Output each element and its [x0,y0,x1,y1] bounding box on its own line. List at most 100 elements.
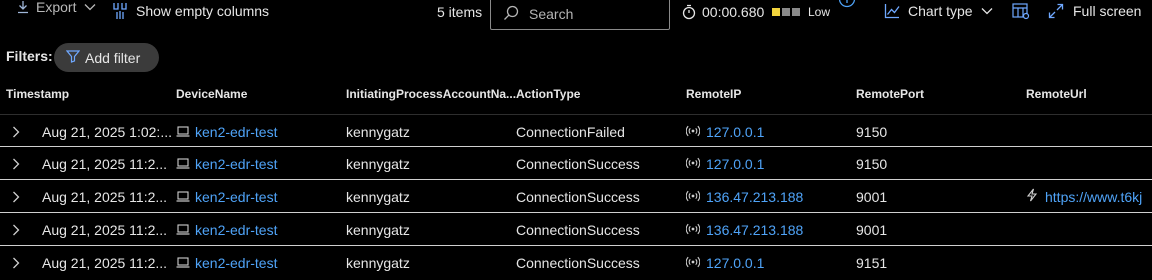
remote-port-cell: 9001 [856,188,888,205]
remote-url-cell: https://www.t6kj [1026,180,1142,213]
device-link[interactable]: ken2-edr-test [195,156,277,172]
remote-ip-link[interactable]: 127.0.0.1 [706,156,764,172]
column-header-timestamp[interactable]: Timestamp [6,87,69,101]
timestamp-cell: Aug 21, 2025 11:2... [42,254,168,271]
results-toolbar: Export Show empty columns 5 items Search… [0,0,1152,30]
account-cell: kennygatz [346,123,410,140]
remote-port-cell: 9150 [856,155,888,172]
chevron-right-icon[interactable] [12,147,20,180]
table-row[interactable]: Aug 21, 2025 1:02:... ken2-edr-test kenn… [0,114,1152,147]
export-button[interactable]: Export [16,0,96,18]
column-header-remoteurl[interactable]: RemoteUrl [1026,87,1087,101]
network-broadcast-icon [685,222,701,238]
column-settings-icon [1012,2,1030,20]
show-empty-columns-toggle[interactable]: Show empty columns [112,0,269,22]
action-type-cell: ConnectionSuccess [516,155,640,172]
chevron-right-icon[interactable] [12,213,20,246]
table-row[interactable]: Aug 21, 2025 11:2... ken2-edr-test kenny… [0,180,1152,213]
chevron-right-icon[interactable] [12,115,20,148]
device-cell: ken2-edr-test [176,180,277,213]
export-label: Export [36,0,77,15]
search-input[interactable]: Search [490,0,670,30]
account-cell: kennygatz [346,155,410,172]
download-icon [16,0,30,14]
remote-ip-link[interactable]: 136.47.213.188 [706,189,803,205]
action-type-cell: ConnectionSuccess [516,254,640,271]
query-duration: 00:00.680 [682,1,764,23]
device-link[interactable]: ken2-edr-test [195,255,277,271]
laptop-icon [176,156,190,172]
remote-ip-cell: 136.47.213.188 [685,180,803,213]
expand-icon [1048,3,1064,19]
usage-bar-active [772,8,780,16]
table-row[interactable]: Aug 21, 2025 11:2... ken2-edr-test kenny… [0,147,1152,180]
remote-port-cell: 9151 [856,254,888,271]
chart-type-dropdown[interactable]: Chart type [884,0,993,22]
device-link[interactable]: ken2-edr-test [195,222,277,238]
show-empty-columns-label: Show empty columns [136,3,270,19]
timestamp-cell: Aug 21, 2025 1:02:... [42,123,172,140]
usage-bar-inactive [792,8,800,16]
column-header-actiontype[interactable]: ActionType [516,87,580,101]
column-options-button[interactable] [1012,0,1030,22]
remote-ip-link[interactable]: 136.47.213.188 [706,222,803,238]
column-header-remoteip[interactable]: RemoteIP [686,87,741,101]
filters-label: Filters: [6,48,53,64]
remote-port-cell: 9150 [856,123,888,140]
laptop-icon [176,189,190,205]
device-cell: ken2-edr-test [176,115,277,148]
remote-ip-link[interactable]: 127.0.0.1 [706,124,764,140]
remote-port-cell: 9001 [856,221,888,238]
action-type-cell: ConnectionSuccess [516,188,640,205]
full-screen-label: Full screen [1073,3,1142,19]
usage-bar-inactive [782,8,790,16]
filter-icon [65,49,81,66]
device-link[interactable]: ken2-edr-test [195,124,277,140]
remote-ip-link[interactable]: 127.0.0.1 [706,255,764,271]
device-cell: ken2-edr-test [176,213,277,246]
results-table: Timestamp DeviceName InitiatingProcessAc… [0,80,1152,279]
column-header-account[interactable]: InitiatingProcessAccountNa... [346,87,516,101]
timestamp-cell: Aug 21, 2025 11:2... [42,155,168,172]
action-type-cell: ConnectionFailed [516,123,625,140]
table-header: Timestamp DeviceName InitiatingProcessAc… [0,80,1152,114]
remote-ip-cell: 127.0.0.1 [685,246,764,279]
laptop-icon [176,255,190,271]
account-cell: kennygatz [346,221,410,238]
search-placeholder: Search [529,6,574,22]
add-filter-label: Add filter [85,49,141,66]
account-cell: kennygatz [346,254,410,271]
info-icon[interactable] [838,0,856,13]
lightning-icon [1026,188,1038,205]
full-screen-button[interactable]: Full screen [1048,0,1141,22]
chevron-down-icon [84,3,96,11]
empty-columns-icon [112,2,128,20]
items-count: 5 items [437,4,483,20]
network-broadcast-icon [685,255,701,271]
table-row[interactable]: Aug 21, 2025 11:2... ken2-edr-test kenny… [0,246,1152,279]
remote-url-link[interactable]: https://www.t6kj [1045,189,1142,205]
network-broadcast-icon [685,189,701,205]
account-cell: kennygatz [346,188,410,205]
network-broadcast-icon [685,156,701,172]
remote-ip-cell: 136.47.213.188 [685,213,803,246]
timestamp-cell: Aug 21, 2025 11:2... [42,221,168,238]
chevron-right-icon[interactable] [12,180,20,213]
laptop-icon [176,124,190,140]
timestamp-cell: Aug 21, 2025 11:2... [42,188,168,205]
chevron-down-icon [981,7,993,15]
chevron-right-icon[interactable] [12,246,20,279]
network-broadcast-icon [685,124,701,140]
laptop-icon [176,222,190,238]
add-filter-button[interactable]: Add filter [54,43,159,72]
chart-type-label: Chart type [908,3,973,19]
remote-ip-cell: 127.0.0.1 [685,115,764,148]
column-header-devicename[interactable]: DeviceName [176,87,247,101]
stopwatch-icon [682,4,696,20]
device-cell: ken2-edr-test [176,147,277,180]
table-row[interactable]: Aug 21, 2025 11:2... ken2-edr-test kenny… [0,213,1152,246]
duration-value: 00:00.680 [702,4,765,20]
column-header-remoteport[interactable]: RemotePort [856,87,924,101]
resource-usage-indicator: Low [772,1,830,23]
device-link[interactable]: ken2-edr-test [195,189,277,205]
